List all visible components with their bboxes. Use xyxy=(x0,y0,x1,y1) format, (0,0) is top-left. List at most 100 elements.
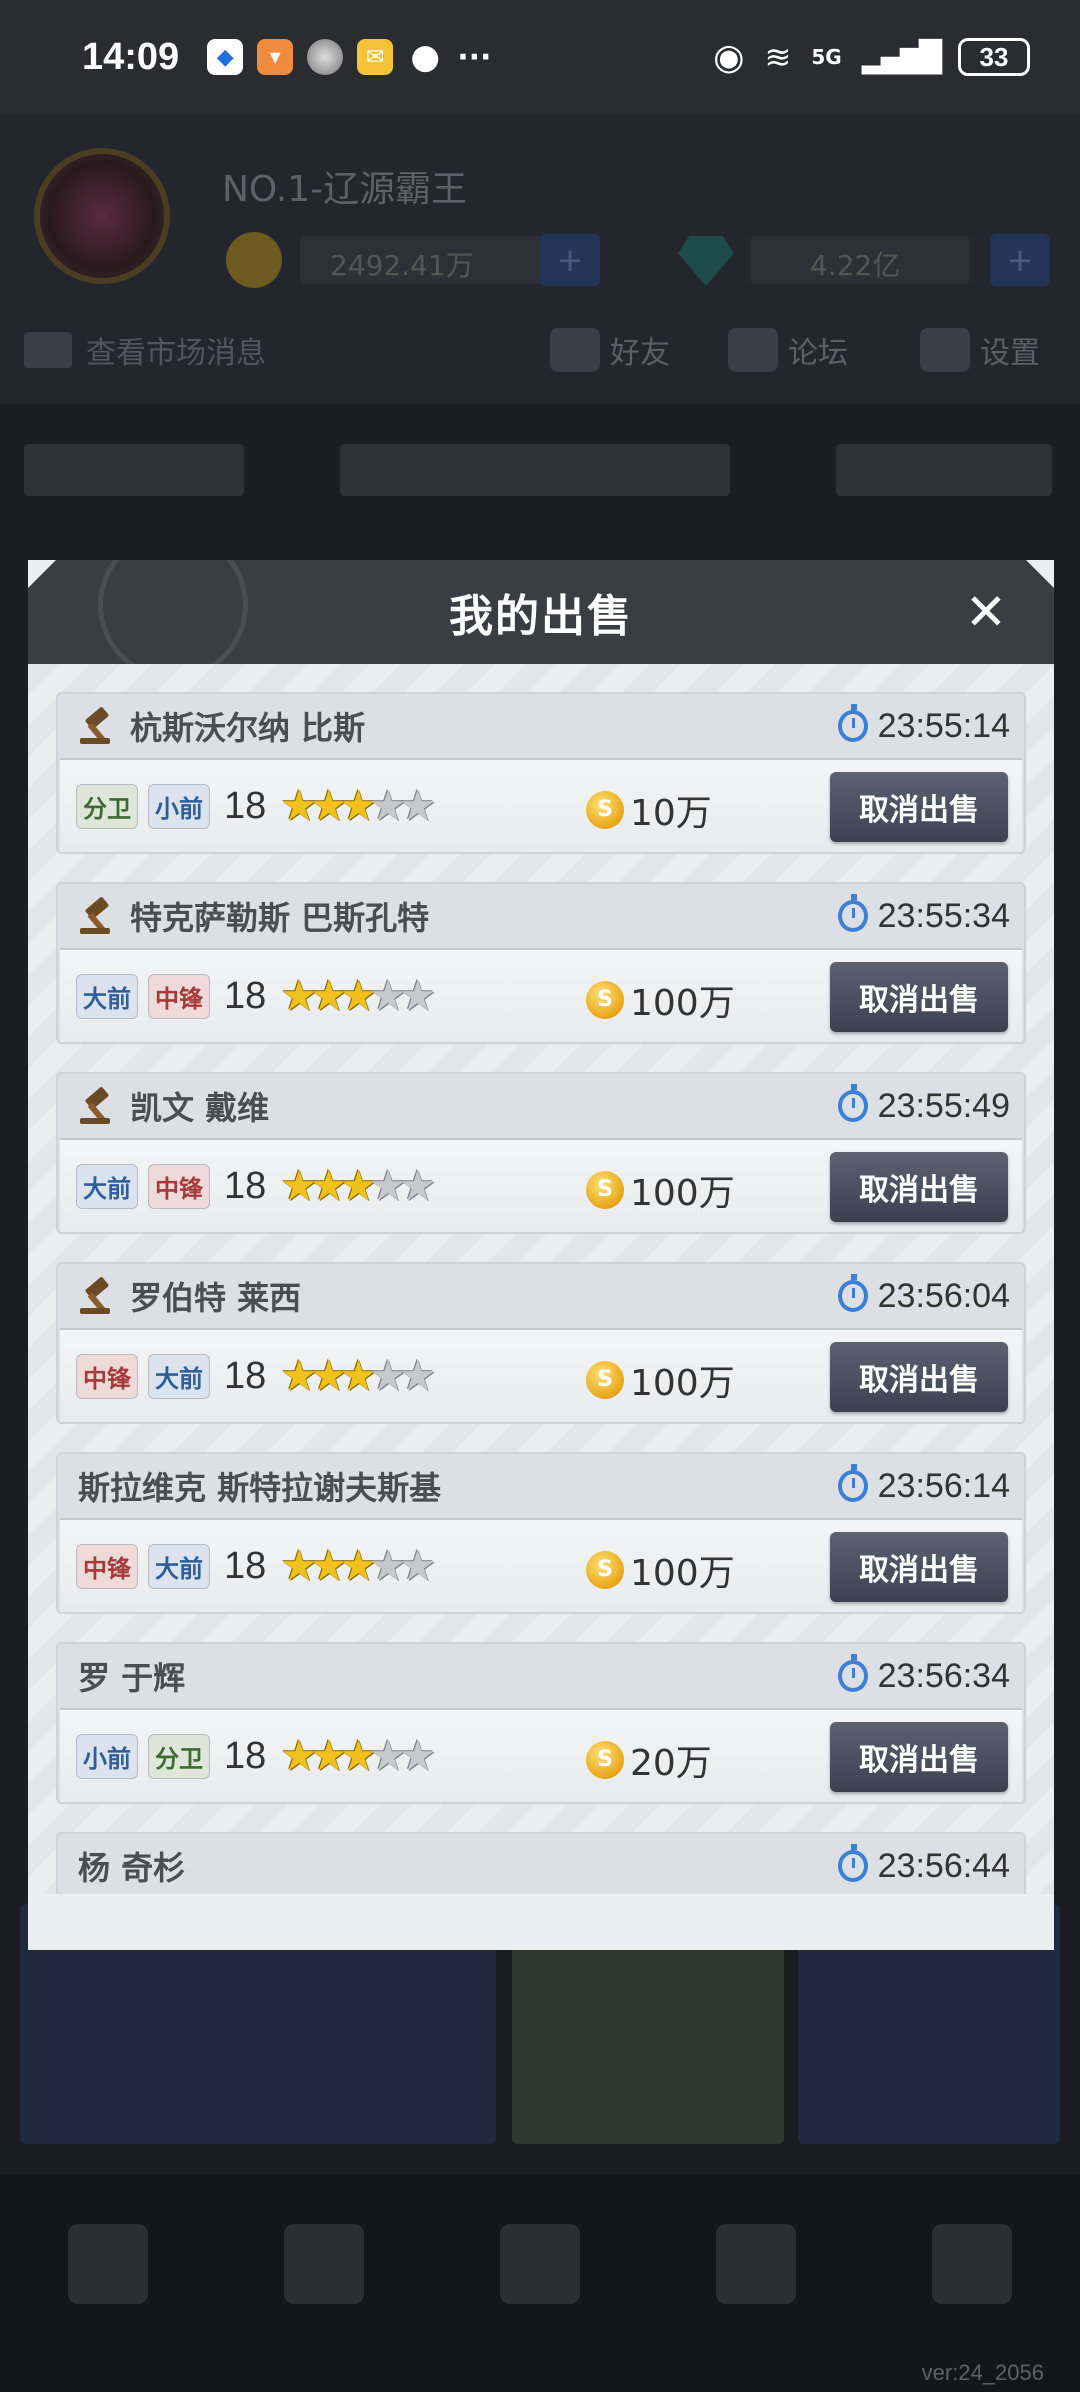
countdown-timer: 23:55:14 xyxy=(877,706,1010,745)
nav-item-4[interactable] xyxy=(716,2224,796,2304)
close-button[interactable]: ✕ xyxy=(958,584,1014,640)
version-label: ver:24_2056 xyxy=(921,2360,1044,2385)
news-icon xyxy=(24,332,72,368)
app-notification-icon: ▾ xyxy=(257,39,294,75)
dialog-title: 我的出售 xyxy=(449,591,633,642)
star-rating: ★ ★ ★ ★ ★ xyxy=(280,975,436,1017)
signal-icon: ▂▄▆█ xyxy=(861,39,942,75)
sale-item-header: 罗 于辉 23:56:34 xyxy=(58,1644,1024,1708)
cancel-sale-button[interactable]: 取消出售 xyxy=(830,962,1008,1032)
cancel-sale-button[interactable]: 取消出售 xyxy=(830,1722,1008,1792)
gavel-icon xyxy=(78,1086,118,1126)
player-name: 特克萨勒斯 巴斯孔特 xyxy=(130,899,430,937)
player-level: 18 xyxy=(224,1734,267,1777)
countdown-timer: 23:56:34 xyxy=(877,1656,1010,1695)
player-level: 18 xyxy=(224,974,267,1017)
stopwatch-icon xyxy=(837,894,868,932)
cancel-sale-button[interactable]: 取消出售 xyxy=(830,1342,1008,1412)
eye-icon: ◉ xyxy=(713,36,745,78)
sale-price: 20万 xyxy=(630,1743,712,1784)
add-gem-button[interactable]: + xyxy=(990,234,1050,286)
player-level: 18 xyxy=(224,1164,267,1207)
position-tag: 小前 xyxy=(148,783,210,829)
sale-price: 100万 xyxy=(630,1553,735,1594)
dialog-header: 我的出售 ✕ xyxy=(28,560,1054,664)
stopwatch-icon xyxy=(837,704,868,742)
sale-item: 斯拉维克 斯特拉谢夫斯基 23:56:14 中锋 大前 18 ★ ★ ★ ★ ★ S 100万 取消出售 xyxy=(56,1452,1026,1614)
profile-header: NO.1-辽源霸王 2492.41万 + 4.22亿 + 查看市场消息 好友 论… xyxy=(0,114,1080,404)
cancel-sale-button[interactable]: 取消出售 xyxy=(830,1532,1008,1602)
gear-icon xyxy=(920,328,970,372)
sale-item-details: 中锋 大前 18 ★ ★ ★ ★ ★ S 100万 取消出售 xyxy=(60,1328,1022,1422)
stopwatch-icon xyxy=(837,1274,868,1312)
star-rating: ★ ★ ★ ★ ★ xyxy=(280,1735,436,1777)
star-icon: ★ xyxy=(398,1351,437,1400)
sale-item-header: 斯拉维克 斯特拉谢夫斯基 23:56:14 xyxy=(58,1454,1024,1518)
sale-list[interactable]: 杭斯沃尔纳 比斯 23:55:14 分卫 小前 18 ★ ★ ★ ★ ★ S 10万 取消出售 特克萨勒斯… xyxy=(28,664,1054,1894)
countdown-timer: 23:56:44 xyxy=(877,1846,1010,1885)
add-coin-button[interactable]: + xyxy=(540,234,600,286)
network-type: 5G xyxy=(811,45,842,69)
gavel-icon xyxy=(78,896,118,936)
gavel-icon xyxy=(78,1276,118,1316)
star-rating: ★ ★ ★ ★ ★ xyxy=(280,1545,436,1587)
sale-item-header: 罗伯特 莱西 23:56:04 xyxy=(58,1264,1024,1328)
star-rating: ★ ★ ★ ★ ★ xyxy=(280,1355,436,1397)
sale-item: 凯文 戴维 23:55:49 大前 中锋 18 ★ ★ ★ ★ ★ S 100万 取消出售 xyxy=(56,1072,1026,1234)
position-tag: 大前 xyxy=(76,973,138,1019)
sphere-app-icon xyxy=(307,39,344,75)
forum-button[interactable]: 论坛 xyxy=(728,328,848,372)
countdown-timer: 23:56:04 xyxy=(877,1276,1010,1315)
sale-price: 100万 xyxy=(630,1363,735,1404)
position-tag: 中锋 xyxy=(148,1163,210,1209)
friends-icon xyxy=(550,328,600,372)
player-level: 18 xyxy=(224,784,267,827)
star-icon: ★ xyxy=(398,1161,437,1210)
player-name: 凯文 戴维 xyxy=(130,1089,270,1127)
nav-item-5[interactable] xyxy=(932,2224,1012,2304)
basketball-decoration xyxy=(98,560,248,680)
sale-item-details: 分卫 小前 18 ★ ★ ★ ★ ★ S 10万 取消出售 xyxy=(60,758,1022,852)
coin-icon: S xyxy=(586,981,624,1019)
stopwatch-icon xyxy=(837,1654,868,1692)
position-tag: 中锋 xyxy=(76,1543,138,1589)
coin-icon: S xyxy=(586,1551,624,1589)
sale-item-details: 小前 分卫 18 ★ ★ ★ ★ ★ S 20万 取消出售 xyxy=(60,1708,1022,1802)
star-icon: ★ xyxy=(398,1541,437,1590)
coin-icon: S xyxy=(586,791,624,829)
player-name: 罗伯特 莱西 xyxy=(130,1279,302,1317)
player-name: 罗 于辉 xyxy=(78,1659,186,1697)
friends-button[interactable]: 好友 xyxy=(550,328,670,372)
chat-bubble-icon: ● xyxy=(410,37,441,77)
position-tag: 小前 xyxy=(76,1733,138,1779)
sale-item-details: 大前 中锋 18 ★ ★ ★ ★ ★ S 100万 取消出售 xyxy=(60,948,1022,1042)
coin-icon xyxy=(226,232,282,288)
bg-pill-center xyxy=(340,444,730,496)
sale-item: 杭斯沃尔纳 比斯 23:55:14 分卫 小前 18 ★ ★ ★ ★ ★ S 10万 取消出售 xyxy=(56,692,1026,854)
nav-item-3[interactable] xyxy=(500,2224,580,2304)
gavel-icon xyxy=(78,706,118,746)
battery-icon: 33 xyxy=(958,38,1030,76)
sale-item: 罗伯特 莱西 23:56:04 中锋 大前 18 ★ ★ ★ ★ ★ S 100万 取消出售 xyxy=(56,1262,1026,1424)
my-sales-dialog: 我的出售 ✕ 杭斯沃尔纳 比斯 23:55:14 分卫 小前 18 ★ ★ ★ ★ ★ S 10万 取消… xyxy=(28,560,1054,1950)
market-news[interactable]: 查看市场消息 xyxy=(24,328,266,372)
stopwatch-icon xyxy=(837,1084,868,1122)
star-icon: ★ xyxy=(398,781,437,830)
player-name: 斯拉维克 斯特拉谢夫斯基 xyxy=(78,1469,442,1507)
wifi-icon: ≋ xyxy=(764,38,792,76)
position-tag: 大前 xyxy=(148,1543,210,1589)
position-tag: 分卫 xyxy=(76,783,138,829)
position-tag: 分卫 xyxy=(148,1733,210,1779)
bg-pill-right xyxy=(836,444,1052,496)
settings-button[interactable]: 设置 xyxy=(920,328,1040,372)
coin-icon: S xyxy=(586,1171,624,1209)
position-tag: 大前 xyxy=(76,1163,138,1209)
nav-item-2[interactable] xyxy=(284,2224,364,2304)
star-icon: ★ xyxy=(398,1731,437,1780)
stopwatch-icon xyxy=(837,1464,868,1502)
shield-app-icon: ◆ xyxy=(207,39,244,75)
cancel-sale-button[interactable]: 取消出售 xyxy=(830,1152,1008,1222)
nav-item-1[interactable] xyxy=(68,2224,148,2304)
cancel-sale-button[interactable]: 取消出售 xyxy=(830,772,1008,842)
coin-icon: S xyxy=(586,1361,624,1399)
